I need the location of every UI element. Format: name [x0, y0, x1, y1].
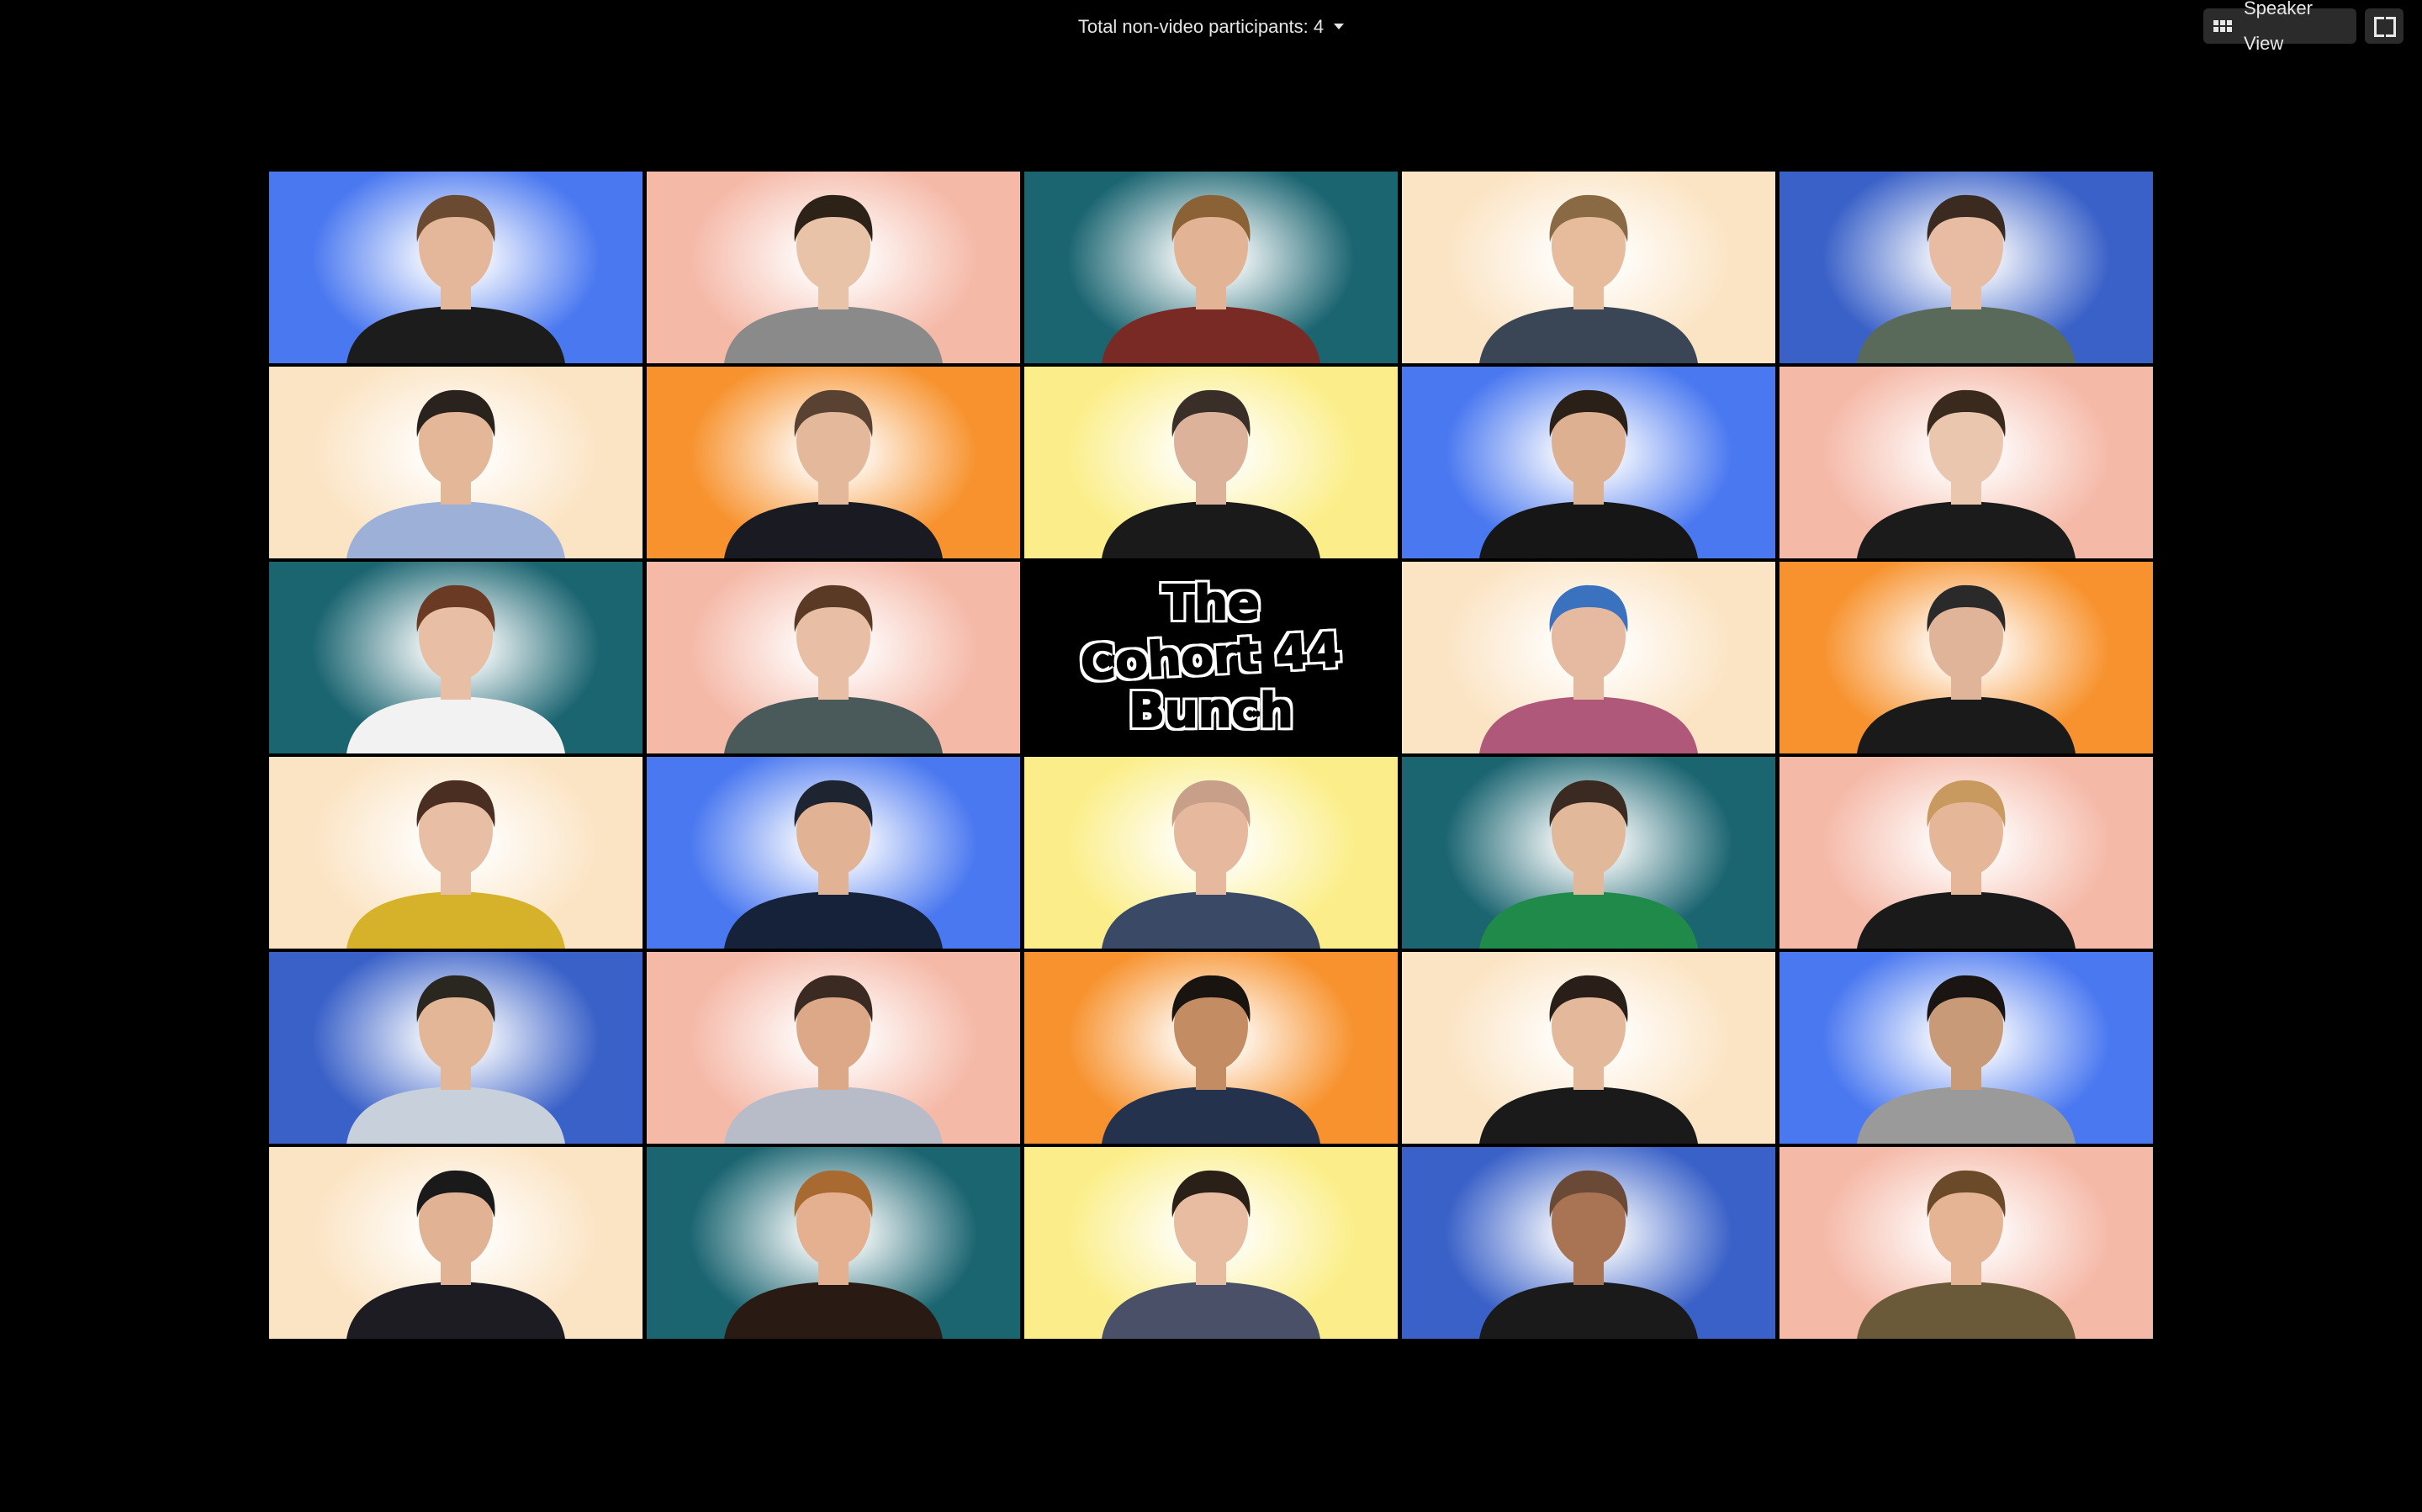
video-tile[interactable] [647, 1147, 1020, 1339]
video-tile-title-card[interactable]: The Cohort 44 Bunch [1024, 562, 1398, 753]
participant-avatar [1857, 975, 2076, 1144]
video-tile[interactable] [269, 1147, 643, 1339]
non-video-participants-label: Total non-video participants: 4 [1077, 16, 1325, 37]
participant-avatar [724, 584, 943, 753]
gallery-grid: The Cohort 44 Bunch [269, 172, 2153, 1342]
participant-avatar [1102, 1170, 1320, 1339]
participant-avatar [346, 780, 565, 949]
participant-avatar [346, 389, 565, 558]
participant-avatar [346, 975, 565, 1144]
video-tile[interactable] [1024, 172, 1398, 363]
video-tile[interactable] [1402, 1147, 1775, 1339]
video-tile[interactable] [1024, 1147, 1398, 1339]
participant-avatar [346, 1170, 565, 1339]
caret-down-icon [1334, 23, 1345, 29]
participant-avatar [724, 780, 943, 949]
participant-avatar [1479, 975, 1698, 1144]
participant-avatar [1102, 194, 1320, 363]
video-tile[interactable] [1402, 367, 1775, 558]
participant-avatar [1479, 194, 1698, 363]
title-card-line: Bunch [1128, 684, 1293, 739]
video-tile[interactable] [1402, 562, 1775, 753]
speaker-view-button[interactable]: Speaker View [2203, 0, 2356, 54]
video-tile[interactable] [647, 172, 1020, 363]
non-video-participants-dropdown[interactable]: Total non-video participants: 4 [0, 13, 2422, 40]
participant-avatar [724, 1170, 943, 1339]
video-tile[interactable] [1024, 367, 1398, 558]
video-tile[interactable] [1779, 1147, 2153, 1339]
video-tile[interactable] [1779, 367, 2153, 558]
participant-avatar [1479, 780, 1698, 949]
video-tile[interactable] [1402, 757, 1775, 949]
video-tile[interactable] [1779, 172, 2153, 363]
video-tile[interactable] [1779, 562, 2153, 753]
participant-avatar [1857, 194, 2076, 363]
participant-avatar [1479, 389, 1698, 558]
participant-avatar [1857, 584, 2076, 753]
participant-avatar [346, 194, 565, 363]
participant-avatar [1479, 584, 1698, 753]
participant-avatar [1102, 975, 1320, 1144]
video-tile[interactable] [647, 952, 1020, 1144]
fullscreen-button[interactable] [2365, 8, 2403, 44]
participant-avatar [1857, 389, 2076, 558]
participant-avatar [1102, 389, 1320, 558]
participant-avatar [1479, 1170, 1698, 1339]
title-card-line: Cohort 44 [1079, 622, 1344, 692]
video-tile[interactable] [1024, 952, 1398, 1144]
video-tile[interactable] [269, 562, 643, 753]
participant-avatar [1857, 780, 2076, 949]
video-tile[interactable] [269, 172, 643, 363]
title-card-line: The [1161, 576, 1261, 632]
participant-avatar [1857, 1170, 2076, 1339]
participant-avatar [1102, 780, 1320, 949]
video-tile[interactable] [1024, 757, 1398, 949]
participant-avatar [724, 194, 943, 363]
speaker-view-label: Speaker View [2244, 0, 2313, 54]
participant-avatar [724, 389, 943, 558]
video-tile[interactable] [647, 757, 1020, 949]
participant-avatar [346, 584, 565, 753]
top-bar: Total non-video participants: 4 Speaker … [0, 0, 2422, 54]
video-tile[interactable] [1402, 952, 1775, 1144]
participant-avatar [724, 975, 943, 1144]
video-tile[interactable] [269, 952, 643, 1144]
video-tile[interactable] [1779, 757, 2153, 949]
video-tile[interactable] [269, 367, 643, 558]
video-tile[interactable] [1779, 952, 2153, 1144]
video-tile[interactable] [647, 367, 1020, 558]
video-tile[interactable] [269, 757, 643, 949]
video-tile[interactable] [647, 562, 1020, 753]
grid-icon [2213, 20, 2232, 32]
video-tile[interactable] [1402, 172, 1775, 363]
